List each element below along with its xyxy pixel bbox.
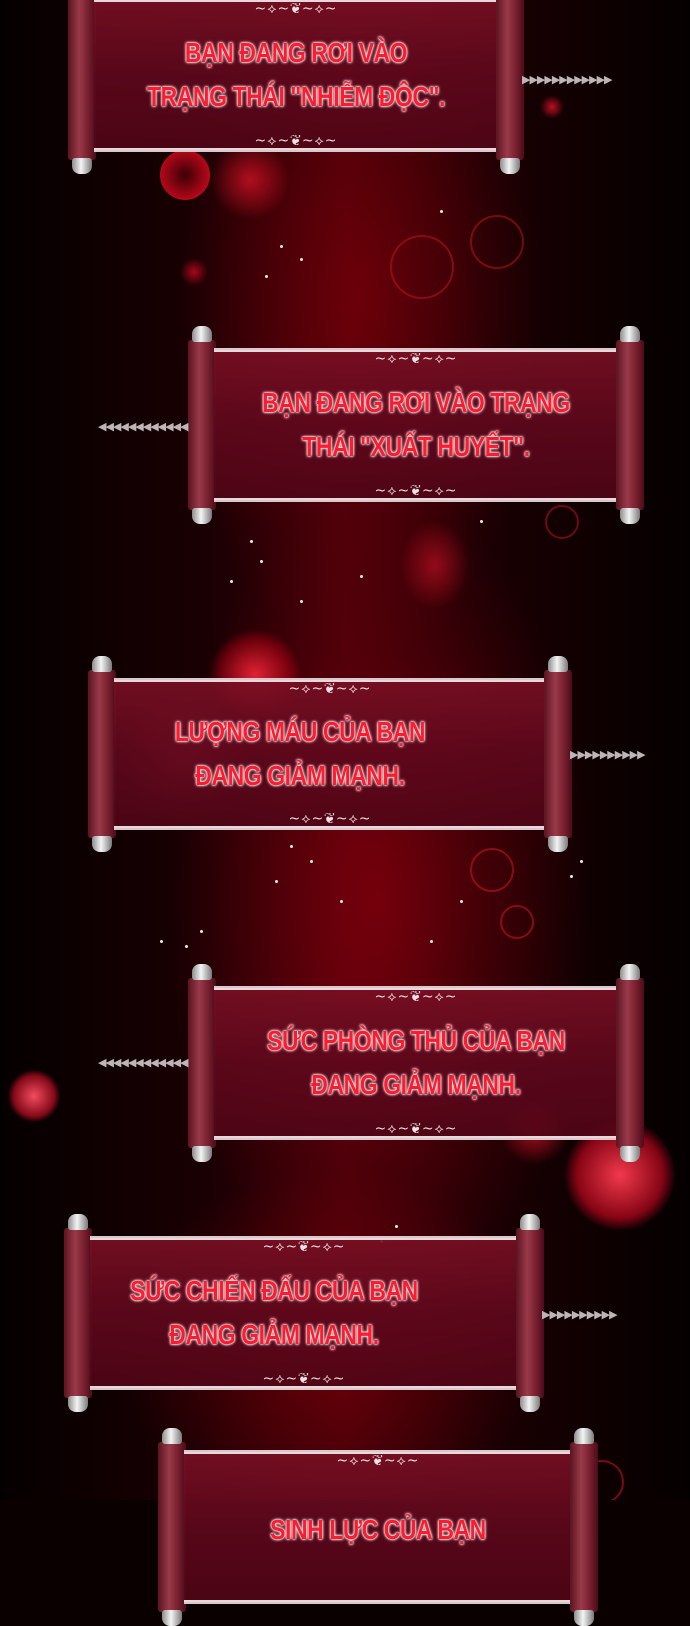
chain-link-icon: ◀◀◀◀◀◀◀◀◀◀◀◀ xyxy=(98,420,189,433)
flourish-icon: ~⟡~❦~⟡~ xyxy=(374,1121,458,1137)
scroll-rod-left xyxy=(188,964,216,1162)
scroll-paper: ~⟡~❦~⟡~ LƯỢNG MÁU CỦA BẠN ĐANG GIẢM MẠNH… xyxy=(114,678,546,830)
flourish-icon: ~⟡~❦~⟡~ xyxy=(374,351,458,367)
notification-scroll-vitality: ~⟡~❦~⟡~ SINH LỰC CỦA BẠN xyxy=(158,1428,598,1626)
notification-text: BẠN ĐANG RƠI VÀO TRẠNG THÁI "NHIỄM ĐỘC". xyxy=(146,37,446,112)
scroll-rod-right xyxy=(544,656,572,852)
scroll-paper: ~⟡~❦~⟡~ SỨC CHIẾN ĐẤU CỦA BẠN ĐANG GIẢM … xyxy=(90,1236,518,1390)
flourish-icon: ~⟡~❦~⟡~ xyxy=(254,1,338,17)
notification-text: SỨC CHIẾN ĐẤU CỦA BẠN ĐANG GIẢM MẠNH. xyxy=(130,1275,418,1350)
notification-scroll-bleeding: ~⟡~❦~⟡~ BẠN ĐANG RƠI VÀO TRẠNG THÁI "XUẤ… xyxy=(188,326,644,524)
notification-scroll-combat: ~⟡~❦~⟡~ SỨC CHIẾN ĐẤU CỦA BẠN ĐANG GIẢM … xyxy=(64,1214,544,1412)
flourish-icon: ~⟡~❦~⟡~ xyxy=(262,1239,346,1255)
flourish-icon: ~⟡~❦~⟡~ xyxy=(288,811,372,827)
chain-link-icon: ▶▶▶▶▶▶▶▶▶▶ xyxy=(570,748,646,761)
scroll-paper: ~⟡~❦~⟡~ SINH LỰC CỦA BẠN xyxy=(184,1450,572,1604)
flourish-icon: ~⟡~❦~⟡~ xyxy=(336,1453,420,1469)
notification-text: BẠN ĐANG RƠI VÀO TRẠNG THÁI "XUẤT HUYẾT"… xyxy=(262,387,570,462)
notification-scroll-poison: ~⟡~❦~⟡~ BẠN ĐANG RƠI VÀO TRẠNG THÁI "NHI… xyxy=(68,0,524,174)
notification-scroll-hp: ~⟡~❦~⟡~ LƯỢNG MÁU CỦA BẠN ĐANG GIẢM MẠNH… xyxy=(88,656,572,852)
scroll-paper: ~⟡~❦~⟡~ BẠN ĐANG RƠI VÀO TRẠNG THÁI "NHI… xyxy=(94,0,498,152)
scroll-paper: ~⟡~❦~⟡~ BẠN ĐANG RƠI VÀO TRẠNG THÁI "XUẤ… xyxy=(214,348,618,502)
notification-text: SINH LỰC CỦA BẠN xyxy=(270,1514,486,1545)
scroll-rod-right xyxy=(570,1428,598,1626)
scroll-rod-right xyxy=(616,964,644,1162)
scroll-rod-left xyxy=(158,1428,186,1626)
chain-link-icon: ▶▶▶▶▶▶▶▶▶▶▶▶ xyxy=(522,73,613,86)
chain-link-icon: ◀◀◀◀◀◀◀◀◀◀◀◀ xyxy=(98,1056,189,1069)
flourish-icon: ~⟡~❦~⟡~ xyxy=(262,1371,346,1387)
scroll-rod-right xyxy=(496,0,524,174)
notification-text: SỨC PHÒNG THỦ CỦA BẠN ĐANG GIẢM MẠNH. xyxy=(267,1025,565,1100)
flourish-icon: ~⟡~❦~⟡~ xyxy=(374,483,458,499)
flourish-icon: ~⟡~❦~⟡~ xyxy=(254,133,338,149)
scroll-rod-right xyxy=(616,326,644,524)
scroll-rod-left xyxy=(68,0,96,174)
chain-link-icon: ▶▶▶▶▶▶▶▶▶▶ xyxy=(542,1308,618,1321)
notification-text: LƯỢNG MÁU CỦA BẠN ĐANG GIẢM MẠNH. xyxy=(174,716,426,791)
flourish-icon: ~⟡~❦~⟡~ xyxy=(374,989,458,1005)
scroll-paper: ~⟡~❦~⟡~ SỨC PHÒNG THỦ CỦA BẠN ĐANG GIẢM … xyxy=(214,986,618,1140)
scroll-rod-right xyxy=(516,1214,544,1412)
flourish-icon: ~⟡~❦~⟡~ xyxy=(288,681,372,697)
scroll-rod-left xyxy=(188,326,216,524)
notification-scroll-defense: ~⟡~❦~⟡~ SỨC PHÒNG THỦ CỦA BẠN ĐANG GIẢM … xyxy=(188,964,644,1162)
